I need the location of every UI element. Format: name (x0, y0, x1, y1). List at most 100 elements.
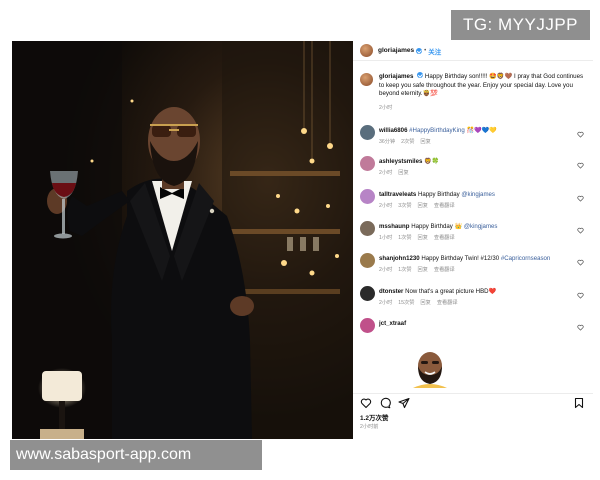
comment-likes[interactable]: 3次赞 (398, 203, 411, 209)
comment-line: dtonster Now that's a great picture HBD❤… (379, 288, 569, 296)
commenter-avatar[interactable] (360, 318, 375, 333)
comment-like-heart-icon[interactable] (577, 195, 584, 202)
comment-like-heart-icon[interactable] (577, 259, 584, 266)
commenter-avatar[interactable] (360, 156, 375, 171)
comment-time: 2小时 (379, 203, 393, 209)
post-timestamp: 2小时前 (360, 424, 379, 430)
caption-time: 2小时 (379, 104, 393, 111)
comment-link[interactable]: @kingjames (464, 223, 498, 230)
comment-link[interactable]: #HappyBirthdayKing (409, 127, 465, 134)
comment-likes[interactable]: 1次赞 (398, 235, 411, 241)
comment-row: willia6806 #HappyBirthdayKing 🎊💜💙💛 36分钟 2次… (360, 125, 586, 153)
comment-body: msshaunp Happy Birthday 👑 @kingjames 1小时 1… (379, 223, 569, 241)
commenter-username[interactable]: dtonster (379, 288, 403, 295)
verified-badge-icon (417, 72, 424, 78)
commenter-username[interactable]: ashleystsmiles (379, 158, 422, 165)
commenter-username[interactable]: shanjohn1230 (379, 255, 420, 262)
comment-row: dtonster Now that's a great picture HBD❤… (360, 286, 586, 314)
reply-button[interactable]: 回复 (418, 267, 428, 273)
comment-text: Now that's a great picture HBD❤️ (405, 288, 497, 295)
comment-emoji: 🦁🍀 (424, 158, 440, 165)
caption-avatar[interactable] (360, 73, 373, 86)
commenter-avatar[interactable] (360, 286, 375, 301)
comment-text: Happy Birthday 👑 (411, 223, 463, 230)
comment-body: shanjohn1230 Happy Birthday Twin! #12/30… (379, 255, 569, 273)
comment-emoji: 🎊💜💙💛 (466, 127, 497, 134)
comment-row: msshaunp Happy Birthday 👑 @kingjames 1小时 1… (360, 221, 586, 249)
commenter-avatar[interactable] (360, 189, 375, 204)
telegram-watermark: TG: MYYJJPP (451, 10, 590, 40)
separator-dot: • (424, 47, 427, 54)
comment-line: msshaunp Happy Birthday 👑 @kingjames (379, 223, 569, 231)
comment-line: shanjohn1230 Happy Birthday Twin! #12/30… (379, 255, 569, 263)
commenter-username[interactable]: willia6806 (379, 127, 407, 134)
comment-line: talltraveleats Happy Birthday @kingjames (379, 191, 569, 199)
photo-illustration (12, 41, 353, 439)
action-bar (353, 393, 593, 409)
comment-time: 1小时 (379, 235, 393, 241)
translate-button[interactable]: 查看翻译 (437, 300, 458, 306)
comment-body: ashleystsmiles 🦁🍀 2小时 回复 (379, 158, 569, 176)
commenter-avatar[interactable] (360, 253, 375, 268)
comment-like-heart-icon[interactable] (577, 131, 584, 138)
comment-likes[interactable]: 15次赞 (398, 300, 414, 306)
comment-line: willia6806 #HappyBirthdayKing 🎊💜💙💛 (379, 127, 569, 135)
heart-icon[interactable] (360, 397, 372, 409)
follow-button[interactable]: 关注 (428, 46, 441, 56)
comment-meta: 1小时 1次赞 回复 查看翻译 (379, 234, 569, 241)
share-icon[interactable] (398, 397, 410, 409)
translate-button[interactable]: 查看翻译 (434, 267, 455, 273)
comment-time: 2小时 (379, 170, 393, 176)
caption-text: gloriajames Happy Birthday son!!!!! 🤩🦁🤎 … (379, 72, 586, 99)
commenter-avatar[interactable] (360, 221, 375, 236)
comment-meta: 2小时 回复 (379, 169, 569, 176)
comment-line: jct_xtraaf (379, 320, 569, 328)
post-caption: gloriajames Happy Birthday son!!!!! 🤩🦁🤎 … (360, 72, 586, 111)
post-photo[interactable] (12, 41, 353, 439)
author-avatar[interactable] (360, 44, 373, 57)
comment-row: ashleystsmiles 🦁🍀 2小时 回复 (360, 156, 586, 184)
author-username[interactable]: gloriajames (378, 47, 414, 54)
post-detail-panel: gloriajames • 关注 gloriajames Happy Birth… (353, 41, 593, 439)
comment-meta: 2小时 1次赞 回复 查看翻译 (379, 266, 569, 273)
comment-meta: 2小时 15次赞 回复 查看翻译 (379, 299, 569, 306)
reply-button[interactable]: 回复 (418, 235, 428, 241)
likes-count[interactable]: 1.2万次赞 (360, 412, 389, 422)
comment-body: talltraveleats Happy Birthday @kingjames… (379, 191, 569, 209)
commenter-username[interactable]: jct_xtraaf (379, 320, 406, 327)
translate-button[interactable]: 查看翻译 (434, 235, 455, 241)
comment-text: Happy Birthday Twin! #12/30 (421, 255, 500, 262)
comment-likes[interactable]: 1次赞 (398, 267, 411, 273)
comment-like-heart-icon[interactable] (577, 227, 584, 234)
post-header: gloriajames • 关注 (353, 41, 593, 61)
reply-button[interactable]: 回复 (420, 300, 430, 306)
reply-button[interactable]: 回复 (398, 170, 408, 176)
comment-meta: 2小时 3次赞 回复 查看翻译 (379, 202, 569, 209)
comment-time: 2小时 (379, 300, 393, 306)
comment-line: ashleystsmiles 🦁🍀 (379, 158, 569, 166)
emoji-sticker-icon (413, 352, 447, 388)
caption-username[interactable]: gloriajames (379, 73, 413, 80)
comment-body: dtonster Now that's a great picture HBD❤… (379, 288, 569, 306)
website-watermark: www.sabasport-app.com (10, 440, 262, 470)
reply-button[interactable]: 回复 (418, 203, 428, 209)
comment-body: jct_xtraaf (379, 320, 569, 328)
comment-like-heart-icon[interactable] (577, 292, 584, 299)
comment-link[interactable]: #Capricornseason (501, 255, 550, 262)
comment-icon[interactable] (379, 397, 391, 409)
comment-time: 2小时 (379, 267, 393, 273)
comment-row: shanjohn1230 Happy Birthday Twin! #12/30… (360, 253, 586, 281)
comment-meta: 36分钟 2次赞 回复 (379, 138, 569, 145)
comment-likes[interactable]: 2次赞 (401, 139, 414, 145)
comment-row: talltraveleats Happy Birthday @kingjames… (360, 189, 586, 217)
comment-like-heart-icon[interactable] (577, 162, 584, 169)
comment-like-heart-icon[interactable] (577, 324, 584, 331)
commenter-username[interactable]: msshaunp (379, 223, 409, 230)
bookmark-icon[interactable] (573, 397, 585, 409)
verified-badge-icon (416, 47, 423, 54)
comment-link[interactable]: @kingjames (461, 191, 495, 198)
commenter-avatar[interactable] (360, 125, 375, 140)
commenter-username[interactable]: talltraveleats (379, 191, 416, 198)
translate-button[interactable]: 查看翻译 (434, 203, 455, 209)
reply-button[interactable]: 回复 (420, 139, 430, 145)
